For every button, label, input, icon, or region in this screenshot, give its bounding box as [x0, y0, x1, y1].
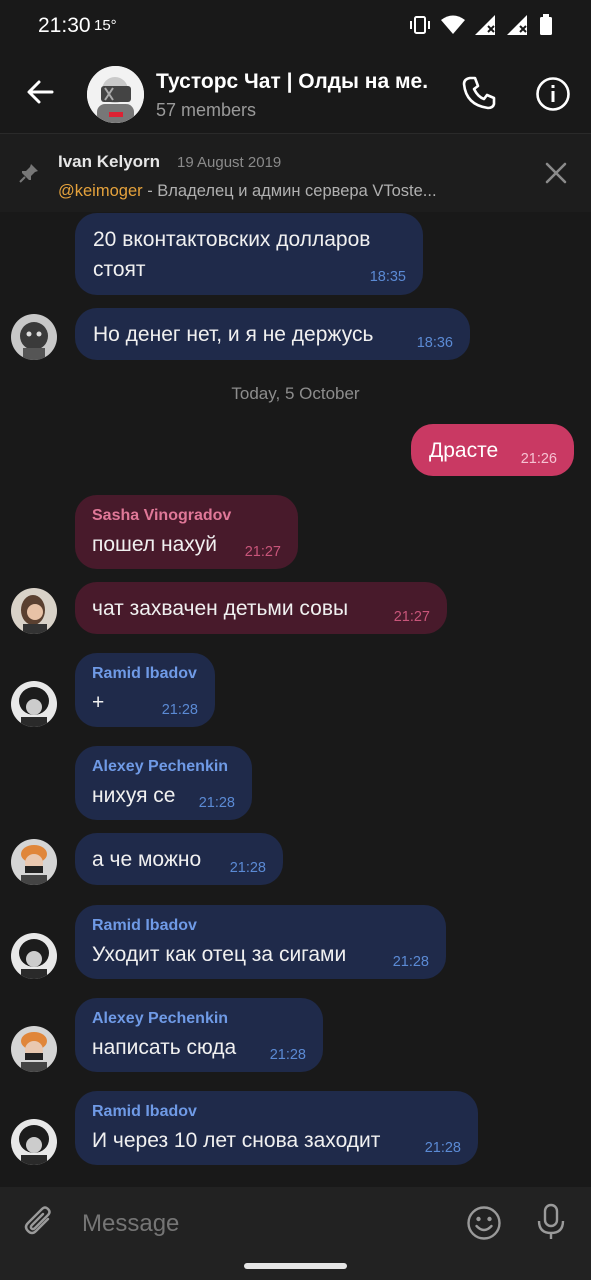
message-text: Но денег нет, и я не держусь [93, 323, 374, 346]
message-time: 21:28 [198, 795, 235, 811]
status-icons [409, 14, 553, 36]
pin-icon [19, 164, 38, 183]
phone-icon[interactable] [460, 74, 498, 112]
message-time: 21:27 [244, 544, 281, 560]
message-text: нихуя се [92, 784, 176, 807]
status-temperature: 15° [94, 17, 117, 34]
sender-name[interactable]: Alexey Pechenkin [92, 1009, 228, 1029]
sender-name[interactable]: Ramid Ibadov [92, 1102, 197, 1122]
message-text: стоят [93, 258, 146, 281]
message-bubble[interactable]: Ramid Ibadov + 21:28 [75, 653, 215, 727]
message-bubble[interactable]: чат захвачен детьми совы 21:27 [75, 582, 447, 634]
message-text: написать сюда [92, 1036, 237, 1059]
message-time: 21:28 [269, 1047, 306, 1063]
message-text: Уходит как отец за сигами [92, 943, 347, 966]
close-icon[interactable] [543, 160, 569, 186]
status-time: 21:30 [38, 14, 91, 37]
message-time: 21:28 [229, 860, 266, 876]
paperclip-icon[interactable] [22, 1205, 58, 1241]
message-time: 18:36 [416, 335, 453, 351]
status-bar: 21:30 15° [0, 0, 591, 52]
signal-icon-2 [507, 15, 527, 35]
battery-icon [540, 14, 552, 35]
date-separator: Today, 5 October [231, 384, 360, 403]
message-bubble[interactable]: Sasha Vinogradov пошел нахуй 21:27 [75, 495, 298, 569]
avatar[interactable] [11, 314, 57, 360]
message-text: Драсте [429, 439, 499, 462]
message-text: И через 10 лет снова заходит [92, 1129, 381, 1152]
message-bubble[interactable]: Alexey Pechenkin нихуя се 21:28 [75, 746, 252, 820]
sender-name[interactable]: Alexey Pechenkin [92, 757, 228, 777]
message-time: 21:27 [393, 609, 430, 625]
info-icon[interactable] [535, 76, 571, 112]
message-time: 21:26 [520, 451, 557, 467]
message-bubble[interactable]: Alexey Pechenkin написать сюда 21:28 [75, 998, 323, 1072]
signal-icon [475, 15, 495, 35]
emoji-icon[interactable] [466, 1205, 502, 1241]
avatar[interactable] [11, 933, 57, 979]
message-bubble-outgoing[interactable]: Драсте 21:26 [411, 424, 574, 476]
pinned-text: @keimoger - Владелец и админ сервера VTo… [58, 182, 518, 201]
message-text: + [92, 691, 105, 714]
pinned-date: 19 August 2019 [177, 154, 282, 171]
pinned-message-bar[interactable]: Ivan Kelyorn 19 August 2019 @keimoger - … [0, 134, 591, 212]
chat-header: Тусторс Чат | Олды на ме. 57 members [0, 52, 591, 134]
message-bubble[interactable]: Ramid Ibadov Уходит как отец за сигами 2… [75, 905, 446, 979]
chat-avatar[interactable] [87, 66, 144, 123]
pinned-author: Ivan Kelyorn [58, 152, 161, 171]
chat-avatar-image [87, 66, 144, 123]
avatar[interactable] [11, 1119, 57, 1165]
message-time: 21:28 [424, 1140, 461, 1156]
message-time: 21:28 [161, 702, 198, 718]
microphone-icon[interactable] [533, 1203, 569, 1241]
message-text: 20 вконтактовских долларов [93, 228, 371, 251]
chat-title[interactable]: Тусторс Чат | Олды на ме. [156, 70, 451, 94]
avatar[interactable] [11, 839, 57, 885]
sender-name[interactable]: Sasha Vinogradov [92, 506, 231, 526]
avatar[interactable] [11, 681, 57, 727]
avatar[interactable] [11, 588, 57, 634]
wifi-icon [441, 15, 465, 34]
message-bubble[interactable]: 20 вконтактовских долларов стоят 18:35 [75, 213, 423, 295]
message-text: пошел нахуй [92, 533, 217, 556]
sender-name[interactable]: Ramid Ibadov [92, 664, 197, 684]
home-indicator[interactable] [244, 1263, 347, 1269]
pinned-mention[interactable]: @keimoger [58, 182, 143, 200]
message-text: чат захвачен детьми совы [92, 597, 349, 620]
sender-name[interactable]: Ramid Ibadov [92, 916, 197, 936]
message-text: а че можно [92, 848, 202, 871]
member-count: 57 members [156, 100, 257, 120]
message-time: 18:35 [369, 269, 406, 285]
message-bubble[interactable]: Но денег нет, и я не держусь 18:36 [75, 308, 470, 360]
back-arrow-icon[interactable] [22, 74, 58, 110]
pinned-body: - Владелец и админ сервера VToste... [142, 182, 437, 200]
message-input[interactable] [82, 1207, 442, 1241]
message-time: 21:28 [392, 954, 429, 970]
vibrate-icon [410, 16, 430, 34]
message-bubble[interactable]: Ramid Ibadov И через 10 лет снова заходи… [75, 1091, 478, 1165]
avatar[interactable] [11, 1026, 57, 1072]
message-bubble[interactable]: а че можно 21:28 [75, 833, 283, 885]
